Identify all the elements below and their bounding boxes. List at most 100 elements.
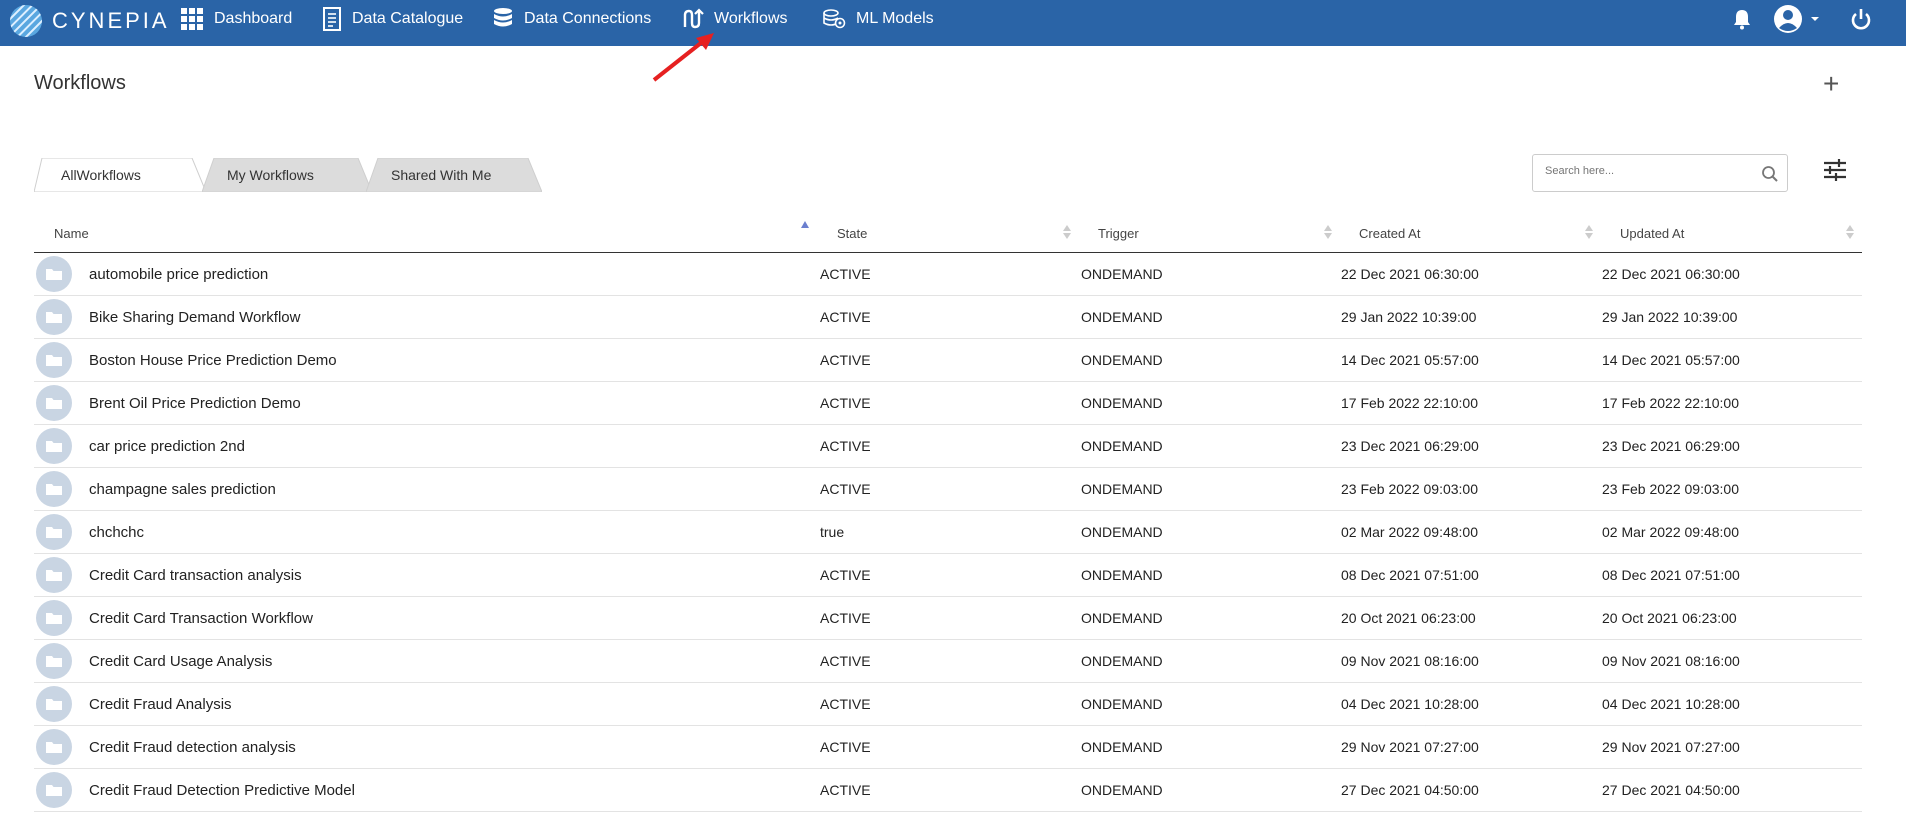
workflow-name-link[interactable]: Boston House Price Prediction Demo — [89, 339, 337, 381]
power-icon — [1851, 9, 1871, 30]
workflow-updated-at: 17 Feb 2022 22:10:00 — [1602, 395, 1740, 411]
folder-icon — [36, 256, 72, 292]
workflow-created-at: 29 Jan 2022 10:39:00 — [1341, 309, 1477, 325]
table-header: Name State Trigger Created At Updated At — [34, 214, 1862, 253]
folder-icon — [36, 772, 72, 808]
workflow-updated-at: 29 Nov 2021 07:27:00 — [1602, 739, 1740, 755]
workflow-created-at: 02 Mar 2022 09:48:00 — [1341, 524, 1478, 540]
nav-dashboard-label: Dashboard — [214, 10, 293, 27]
workflow-updated-at: 23 Feb 2022 09:03:00 — [1602, 481, 1740, 497]
table-row[interactable]: chchchc true ONDEMAND 02 Mar 2022 09:48:00 0… — [34, 511, 1862, 554]
table-row[interactable]: Credit Card transaction analysis ACTIVE ON… — [34, 554, 1862, 597]
tab-all-workflows-label: AllWorkflows — [61, 167, 141, 183]
workflow-created-at: 09 Nov 2021 08:16:00 — [1341, 653, 1479, 669]
column-header-trigger[interactable]: Trigger — [1098, 214, 1139, 252]
workflow-name-link[interactable]: Credit Fraud detection analysis — [89, 726, 296, 768]
workflow-updated-at: 14 Dec 2021 05:57:00 — [1602, 352, 1740, 368]
nav-data-connections[interactable]: Data Connections — [492, 0, 651, 38]
workflow-name-link[interactable]: chchchc — [89, 511, 144, 553]
workflow-created-at: 14 Dec 2021 05:57:00 — [1341, 352, 1479, 368]
workflow-state: ACTIVE — [820, 782, 871, 798]
workflow-state: ACTIVE — [820, 567, 871, 583]
table-row[interactable]: Bike Sharing Demand Workflow ACTIVE ONDEMA… — [34, 296, 1862, 339]
workflow-name-link[interactable]: Credit Card transaction analysis — [89, 554, 302, 596]
column-header-name[interactable]: Name — [54, 214, 89, 252]
workflow-created-at: 04 Dec 2021 10:28:00 — [1341, 696, 1479, 712]
table-row[interactable]: automobile price prediction ACTIVE ONDEMAN… — [34, 253, 1862, 296]
workflow-name-link[interactable]: Bike Sharing Demand Workflow — [89, 296, 300, 338]
workflow-updated-at: 08 Dec 2021 07:51:00 — [1602, 567, 1740, 583]
workflow-name-link[interactable]: Credit Fraud Detection Predictive Model — [89, 769, 355, 811]
workflow-name-link[interactable]: Credit Card Usage Analysis — [89, 640, 272, 682]
search-icon[interactable] — [1761, 165, 1779, 183]
sort-icon[interactable] — [1323, 224, 1333, 240]
logout-button[interactable] — [1850, 0, 1872, 38]
workflow-updated-at: 22 Dec 2021 06:30:00 — [1602, 266, 1740, 282]
workflow-created-at: 20 Oct 2021 06:23:00 — [1341, 610, 1476, 626]
workflow-name-link[interactable]: Credit Fraud Analysis — [89, 683, 232, 725]
sort-icon[interactable] — [1584, 224, 1594, 240]
tab-shared-with-me[interactable]: Shared With Me — [366, 158, 542, 192]
notifications-button[interactable] — [1732, 0, 1752, 38]
workflow-trigger: ONDEMAND — [1081, 739, 1163, 755]
chevron-down-icon — [1811, 17, 1819, 21]
table-row[interactable]: Credit Card Usage Analysis ACTIVE ONDEMAND… — [34, 640, 1862, 683]
column-header-updated-at[interactable]: Updated At — [1620, 214, 1684, 252]
folder-icon — [36, 342, 72, 378]
workflow-state: ACTIVE — [820, 653, 871, 669]
column-header-created-at[interactable]: Created At — [1359, 214, 1420, 252]
workflow-state: ACTIVE — [820, 438, 871, 454]
folder-icon — [36, 514, 72, 550]
sort-icon[interactable] — [1845, 224, 1855, 240]
table-row[interactable]: Credit Fraud Analysis ACTIVE ONDEMAND 04 De… — [34, 683, 1862, 726]
table-row[interactable]: Boston House Price Prediction Demo ACTIVE… — [34, 339, 1862, 382]
folder-icon — [36, 557, 72, 593]
nav-data-catalogue-label: Data Catalogue — [352, 10, 464, 27]
add-workflow-button[interactable]: + — [1823, 70, 1839, 98]
logo-icon — [10, 5, 42, 37]
workflow-updated-at: 04 Dec 2021 10:28:00 — [1602, 696, 1740, 712]
workflow-name-link[interactable]: Brent Oil Price Prediction Demo — [89, 382, 301, 424]
workflow-name-link[interactable]: champagne sales prediction — [89, 468, 276, 510]
workflow-updated-at: 02 Mar 2022 09:48:00 — [1602, 524, 1739, 540]
nav-ml-models[interactable]: ML Models — [822, 0, 934, 38]
ml-models-icon — [823, 9, 846, 29]
user-account-icon — [1774, 5, 1802, 33]
user-menu-button[interactable] — [1773, 0, 1821, 38]
workflow-name-link[interactable]: car price prediction 2nd — [89, 425, 245, 467]
workflow-created-at: 23 Dec 2021 06:29:00 — [1341, 438, 1479, 454]
table-row[interactable]: Credit Card Transaction Workflow ACTIVE ON… — [34, 597, 1862, 640]
folder-icon — [36, 643, 72, 679]
folder-icon — [36, 299, 72, 335]
tab-all-workflows[interactable]: AllWorkflows — [34, 158, 206, 192]
tab-shared-with-me-label: Shared With Me — [391, 167, 492, 183]
nav-workflows-label: Workflows — [714, 10, 788, 27]
top-nav-bar: CYNEPIA Dashboard Data Catalogue Data Co… — [0, 0, 1906, 46]
table-row[interactable]: Credit Fraud detection analysis ACTIVE OND… — [34, 726, 1862, 769]
workflow-trigger: ONDEMAND — [1081, 653, 1163, 669]
logo-text: CYNEPIA — [52, 8, 170, 33]
column-header-state[interactable]: State — [837, 214, 867, 252]
table-row[interactable]: Brent Oil Price Prediction Demo ACTIVE OND… — [34, 382, 1862, 425]
workflow-state: ACTIVE — [820, 481, 871, 497]
annotation-arrow — [652, 33, 714, 82]
search-box — [1532, 154, 1788, 192]
workflow-updated-at: 29 Jan 2022 10:39:00 — [1602, 309, 1738, 325]
workflow-name-link[interactable]: automobile price prediction — [89, 253, 268, 295]
nav-dashboard[interactable]: Dashboard — [180, 0, 292, 38]
tab-my-workflows[interactable]: My Workflows — [202, 158, 372, 192]
nav-data-catalogue[interactable]: Data Catalogue — [322, 0, 463, 38]
workflow-trigger: ONDEMAND — [1081, 567, 1163, 583]
table-row[interactable]: car price prediction 2nd ACTIVE ONDEMAND 23… — [34, 425, 1862, 468]
workflow-name-link[interactable]: Credit Card Transaction Workflow — [89, 597, 313, 639]
workflow-created-at: 22 Dec 2021 06:30:00 — [1341, 266, 1479, 282]
folder-icon — [36, 600, 72, 636]
table-row[interactable]: champagne sales prediction ACTIVE ONDEMAND… — [34, 468, 1862, 511]
search-input[interactable] — [1543, 164, 1757, 178]
folder-icon — [36, 729, 72, 765]
sort-icon[interactable] — [1062, 224, 1072, 240]
cynepia-logo[interactable]: CYNEPIA — [10, 4, 170, 38]
sort-ascending-icon[interactable] — [800, 220, 810, 230]
filter-settings-icon[interactable] — [1822, 158, 1848, 182]
table-row[interactable]: Credit Fraud Detection Predictive Model A… — [34, 769, 1862, 812]
